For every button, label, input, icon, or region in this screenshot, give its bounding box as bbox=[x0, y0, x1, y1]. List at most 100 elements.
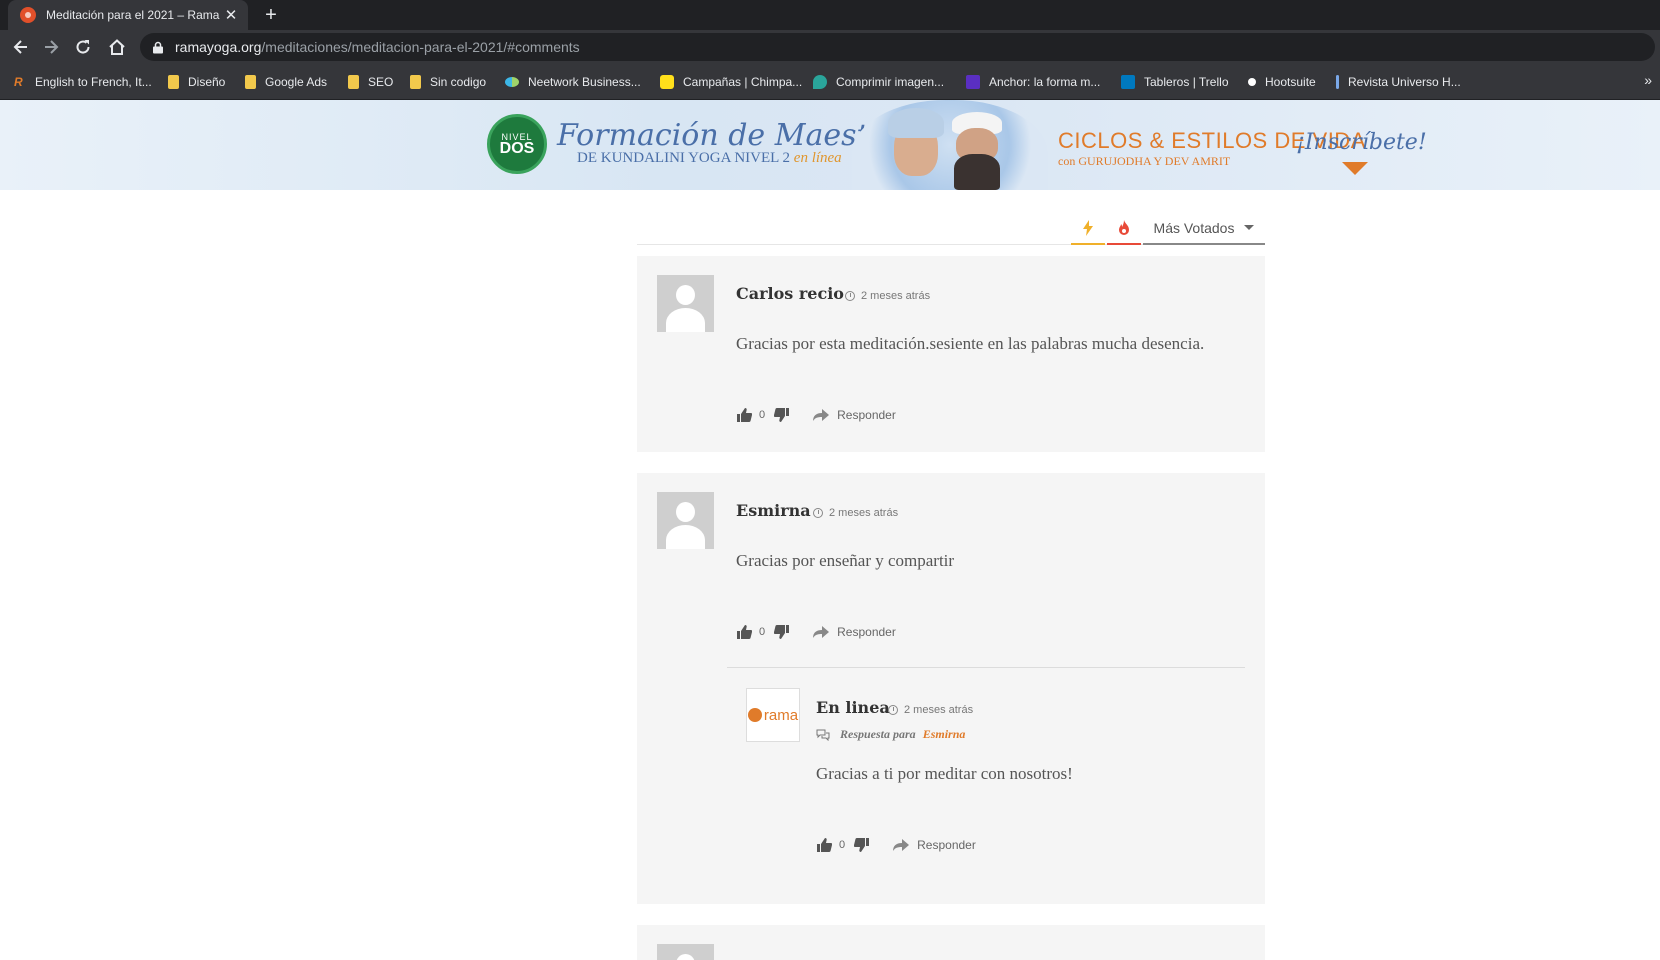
reply-link[interactable]: Responder bbox=[837, 625, 896, 639]
forward-arrow-icon bbox=[45, 40, 59, 54]
clock-icon bbox=[888, 705, 898, 715]
comment-text: Gracias por esta meditación.sesiente en … bbox=[736, 334, 1205, 353]
comment-card: Esmirna 2 meses atrás Gracias por enseña… bbox=[637, 473, 1265, 904]
reply-arrow-icon bbox=[813, 409, 830, 421]
forward-button[interactable] bbox=[38, 35, 64, 59]
reply-link[interactable]: Responder bbox=[837, 408, 896, 422]
trello-icon bbox=[1121, 75, 1135, 89]
bookmark-revista[interactable]: Revista Universo H... bbox=[1336, 73, 1461, 91]
reply-to-author-link[interactable]: Esmirna bbox=[923, 727, 966, 742]
comment-text: Gracias a ti por meditar con nosotros! bbox=[816, 764, 1073, 783]
vote-count: 0 bbox=[839, 839, 846, 851]
reverso-icon: R bbox=[14, 75, 23, 89]
inscribete-cta[interactable]: ¡Inscríbete! bbox=[1296, 130, 1427, 155]
reload-button[interactable] bbox=[70, 35, 96, 59]
active-tab[interactable]: Meditación para el 2021 – Rama ✕ bbox=[8, 0, 248, 30]
folder-icon bbox=[348, 75, 359, 89]
avatar bbox=[657, 944, 714, 960]
banner-subtitle: DE KUNDALINI YOGA NIVEL 2 en línea bbox=[577, 150, 842, 166]
bookmark-sin-codigo[interactable]: Sin codigo bbox=[410, 73, 486, 91]
folder-icon bbox=[245, 75, 256, 89]
comment-card bbox=[637, 925, 1265, 960]
reply-to-line: Respuesta para Esmirna bbox=[816, 727, 965, 742]
thumbs-down-icon[interactable] bbox=[853, 838, 869, 852]
bookmarks-bar: R English to French, It... Diseño Google… bbox=[0, 64, 1660, 100]
bookmark-diseno[interactable]: Diseño bbox=[168, 73, 225, 91]
close-tab-icon[interactable]: ✕ bbox=[222, 6, 240, 24]
comment-text: Gracias por enseñar y compartir bbox=[736, 551, 955, 570]
thumbs-up-icon[interactable] bbox=[816, 838, 832, 852]
rama-logo-icon bbox=[747, 708, 762, 722]
nivel-dos-badge: NIVEL DOS bbox=[487, 114, 547, 174]
fire-icon bbox=[1119, 219, 1129, 235]
neetwork-icon bbox=[505, 77, 519, 87]
bookmark-anchor[interactable]: Anchor: la forma m... bbox=[966, 73, 1100, 91]
sort-most-voted-dropdown[interactable]: Más Votados bbox=[1143, 212, 1265, 245]
comment-time: 2 meses atrás bbox=[888, 704, 973, 716]
ciclos-subtitle: con GURUJODHA Y DEV AMRIT bbox=[1058, 154, 1231, 168]
sort-hottest-tab[interactable] bbox=[1107, 212, 1141, 245]
back-button[interactable] bbox=[8, 35, 34, 59]
vote-count: 0 bbox=[759, 626, 766, 638]
reply-arrow-icon bbox=[813, 626, 830, 638]
thumbs-up-icon[interactable] bbox=[736, 625, 752, 639]
bookmark-hootsuite[interactable]: Hootsuite bbox=[1245, 73, 1316, 91]
bookmark-neetwork[interactable]: Neetwork Business... bbox=[505, 73, 641, 91]
reply-divider bbox=[727, 667, 1245, 668]
comment-time: 2 meses atrás bbox=[813, 507, 898, 519]
vote-count: 0 bbox=[759, 409, 766, 421]
anchor-icon bbox=[966, 75, 980, 89]
comment-card: Carlos recio 2 meses atrás Gracias por e… bbox=[637, 256, 1265, 452]
comment-actions: 0 Responder bbox=[736, 408, 896, 422]
home-icon bbox=[109, 39, 125, 55]
tab-title: Meditación para el 2021 – Rama bbox=[46, 8, 220, 22]
folder-icon bbox=[168, 75, 179, 89]
comment-author[interactable]: Esmirna bbox=[736, 501, 811, 520]
clock-icon bbox=[845, 291, 855, 301]
thumbs-down-icon[interactable] bbox=[773, 408, 789, 422]
back-arrow-icon bbox=[13, 40, 27, 54]
home-button[interactable] bbox=[104, 35, 130, 59]
promo-banner[interactable]: NIVEL DOS Formación de Maestros DE KUNDA… bbox=[0, 100, 1660, 190]
sort-newest-tab[interactable] bbox=[1071, 212, 1105, 245]
comment-sort-bar: Más Votados bbox=[637, 212, 1265, 245]
teachers-photo bbox=[852, 100, 1048, 190]
thumbs-down-icon[interactable] bbox=[773, 625, 789, 639]
compress-icon bbox=[813, 75, 827, 89]
reply-arrow-icon bbox=[893, 839, 910, 851]
tab-strip: Meditación para el 2021 – Rama ✕ + bbox=[0, 0, 1660, 30]
mailchimp-icon bbox=[660, 75, 674, 89]
caret-down-icon bbox=[1244, 225, 1255, 230]
avatar bbox=[657, 275, 714, 332]
rama-favicon-icon bbox=[20, 7, 36, 23]
bookmark-trello[interactable]: Tableros | Trello bbox=[1121, 73, 1229, 91]
new-tab-button[interactable]: + bbox=[258, 2, 284, 28]
bookmark-reverso[interactable]: R English to French, It... bbox=[14, 73, 152, 91]
hootsuite-icon bbox=[1248, 78, 1256, 86]
comment-actions: 0 Responder bbox=[736, 625, 896, 639]
url-host: ramayoga.org bbox=[175, 39, 262, 55]
arrow-down-icon bbox=[1342, 162, 1368, 175]
url-path: /meditaciones/meditacion-para-el-2021/#c… bbox=[261, 39, 580, 55]
bookmark-google-ads[interactable]: Google Ads bbox=[245, 73, 327, 91]
comment-author[interactable]: Carlos recio bbox=[736, 284, 844, 303]
lightning-icon bbox=[1083, 219, 1093, 236]
revista-icon bbox=[1336, 75, 1339, 89]
clock-icon bbox=[813, 508, 823, 518]
reply-link[interactable]: Responder bbox=[917, 838, 976, 852]
reload-icon bbox=[76, 40, 90, 54]
avatar bbox=[657, 492, 714, 549]
bookmark-mailchimp[interactable]: Campañas | Chimpa... bbox=[660, 73, 802, 91]
comment-time: 2 meses atrás bbox=[845, 290, 930, 302]
thumbs-up-icon[interactable] bbox=[736, 408, 752, 422]
comment-author[interactable]: En linea bbox=[816, 698, 890, 717]
address-bar[interactable]: ramayoga.org/meditaciones/meditacion-par… bbox=[140, 33, 1655, 61]
comment-actions: 0 Responder bbox=[816, 838, 976, 852]
bookmark-comprimir[interactable]: Comprimir imagen... bbox=[813, 73, 944, 91]
bookmark-seo[interactable]: SEO bbox=[348, 73, 393, 91]
folder-icon bbox=[410, 75, 421, 89]
speech-bubble-icon bbox=[816, 729, 830, 741]
site-avatar: rama bbox=[746, 688, 800, 742]
browser-toolbar: ramayoga.org/meditaciones/meditacion-par… bbox=[0, 30, 1660, 64]
more-bookmarks-icon[interactable]: » bbox=[1644, 72, 1652, 88]
